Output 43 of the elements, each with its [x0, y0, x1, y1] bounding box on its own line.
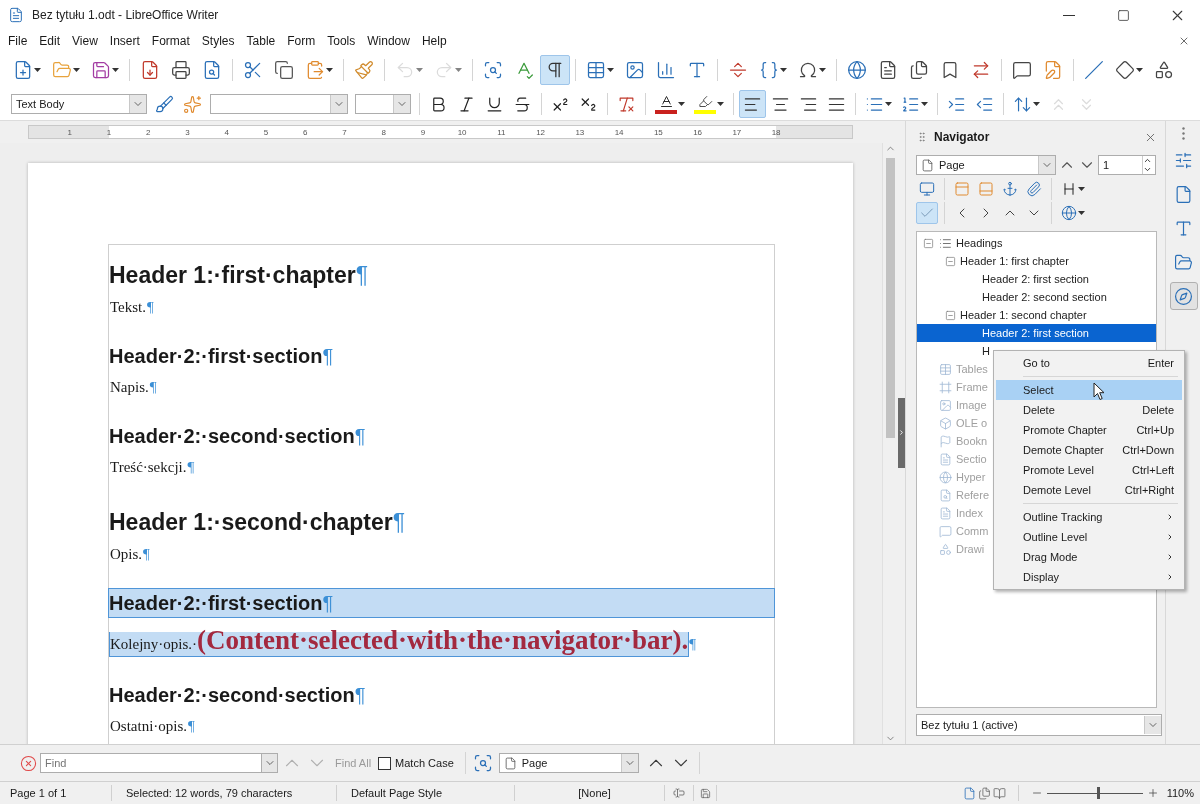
heading: Header 1:·second·chapter¶	[108, 508, 407, 537]
paragraph: Ostatni·opis.¶	[109, 717, 196, 736]
ruler-number: 15	[652, 127, 664, 137]
ruler-number: 13	[574, 127, 586, 137]
ruler-number: 18	[770, 127, 782, 137]
language: [None]	[515, 785, 665, 801]
window-title: Bez tytułu 1.odt - LibreOffice Writer	[32, 8, 220, 22]
paragraph: Treść·sekcji.¶	[109, 458, 196, 477]
ruler-number: 1	[105, 127, 113, 137]
heading: Header·2:·second·section¶	[108, 683, 367, 708]
shortcut-label: Delete	[1142, 404, 1174, 416]
ruler-number: 14	[613, 127, 625, 137]
heading: Header·2:·first·section¶	[108, 344, 335, 369]
shortcut-label: Ctrl+Up	[1136, 424, 1174, 436]
ruler-number: 5	[262, 127, 270, 137]
paragraph: Tekst.¶	[109, 298, 155, 317]
ruler-number: 10	[456, 127, 468, 137]
ruler-number: 6	[301, 127, 309, 137]
ruler-number: 3	[184, 127, 191, 137]
paragraph: Opis.¶	[109, 545, 151, 564]
ruler-number: 4	[223, 127, 230, 137]
ruler-number: 16	[692, 127, 704, 137]
selection-count: Selected: 12 words, 79 characters	[112, 785, 337, 801]
shortcut-label: Ctrl+Down	[1122, 444, 1174, 456]
ruler-number: 1	[66, 127, 73, 137]
ruler-number: 8	[380, 127, 387, 137]
heading: Header·2:·second·section¶	[108, 424, 367, 449]
zoom-level: 110%	[1165, 787, 1194, 799]
panel-title: Navigator	[934, 130, 991, 144]
page-count: Page 1 of 1	[0, 785, 112, 801]
ruler-number: 11	[496, 127, 507, 137]
shortcut-label: Enter	[1147, 357, 1174, 369]
ruler-number: 12	[535, 127, 547, 137]
shortcut-label: Ctrl+Left	[1132, 464, 1174, 476]
shortcut-label: Ctrl+Right	[1124, 484, 1174, 496]
page-style: Default Page Style	[337, 785, 515, 801]
ruler-number: 2	[144, 127, 152, 137]
paragraph: Napis.¶	[109, 378, 158, 397]
ruler-number: 17	[731, 127, 743, 137]
ruler-number: 7	[341, 127, 348, 137]
heading: Header·2:·first·section¶	[108, 588, 775, 618]
heading: Header 1:·first·chapter¶	[108, 261, 370, 290]
ruler-number: 9	[419, 127, 427, 137]
